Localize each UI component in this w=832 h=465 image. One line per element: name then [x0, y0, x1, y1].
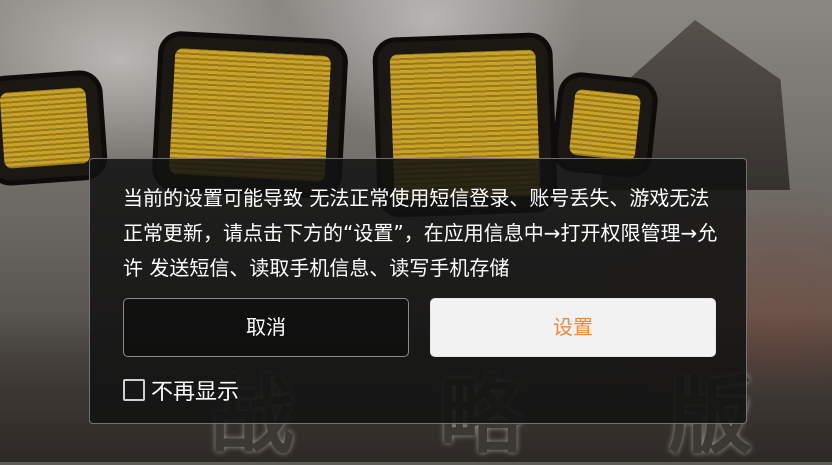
dialog-message: 当前的设置可能导致 无法正常使用短信登录、账号丢失、游戏无法正常更新，请点击下方… [123, 186, 718, 280]
permission-dialog: 当前的设置可能导致 无法正常使用短信登录、账号丢失、游戏无法正常更新，请点击下方… [89, 158, 747, 424]
dont-show-checkbox[interactable] [123, 379, 145, 401]
settings-button[interactable]: 设置 [430, 298, 716, 357]
dont-show-again-option[interactable]: 不再显示 [123, 375, 239, 405]
dont-show-label: 不再显示 [151, 380, 240, 405]
game-logo-glyph-1 [0, 74, 104, 182]
cancel-button[interactable]: 取消 [123, 298, 409, 357]
